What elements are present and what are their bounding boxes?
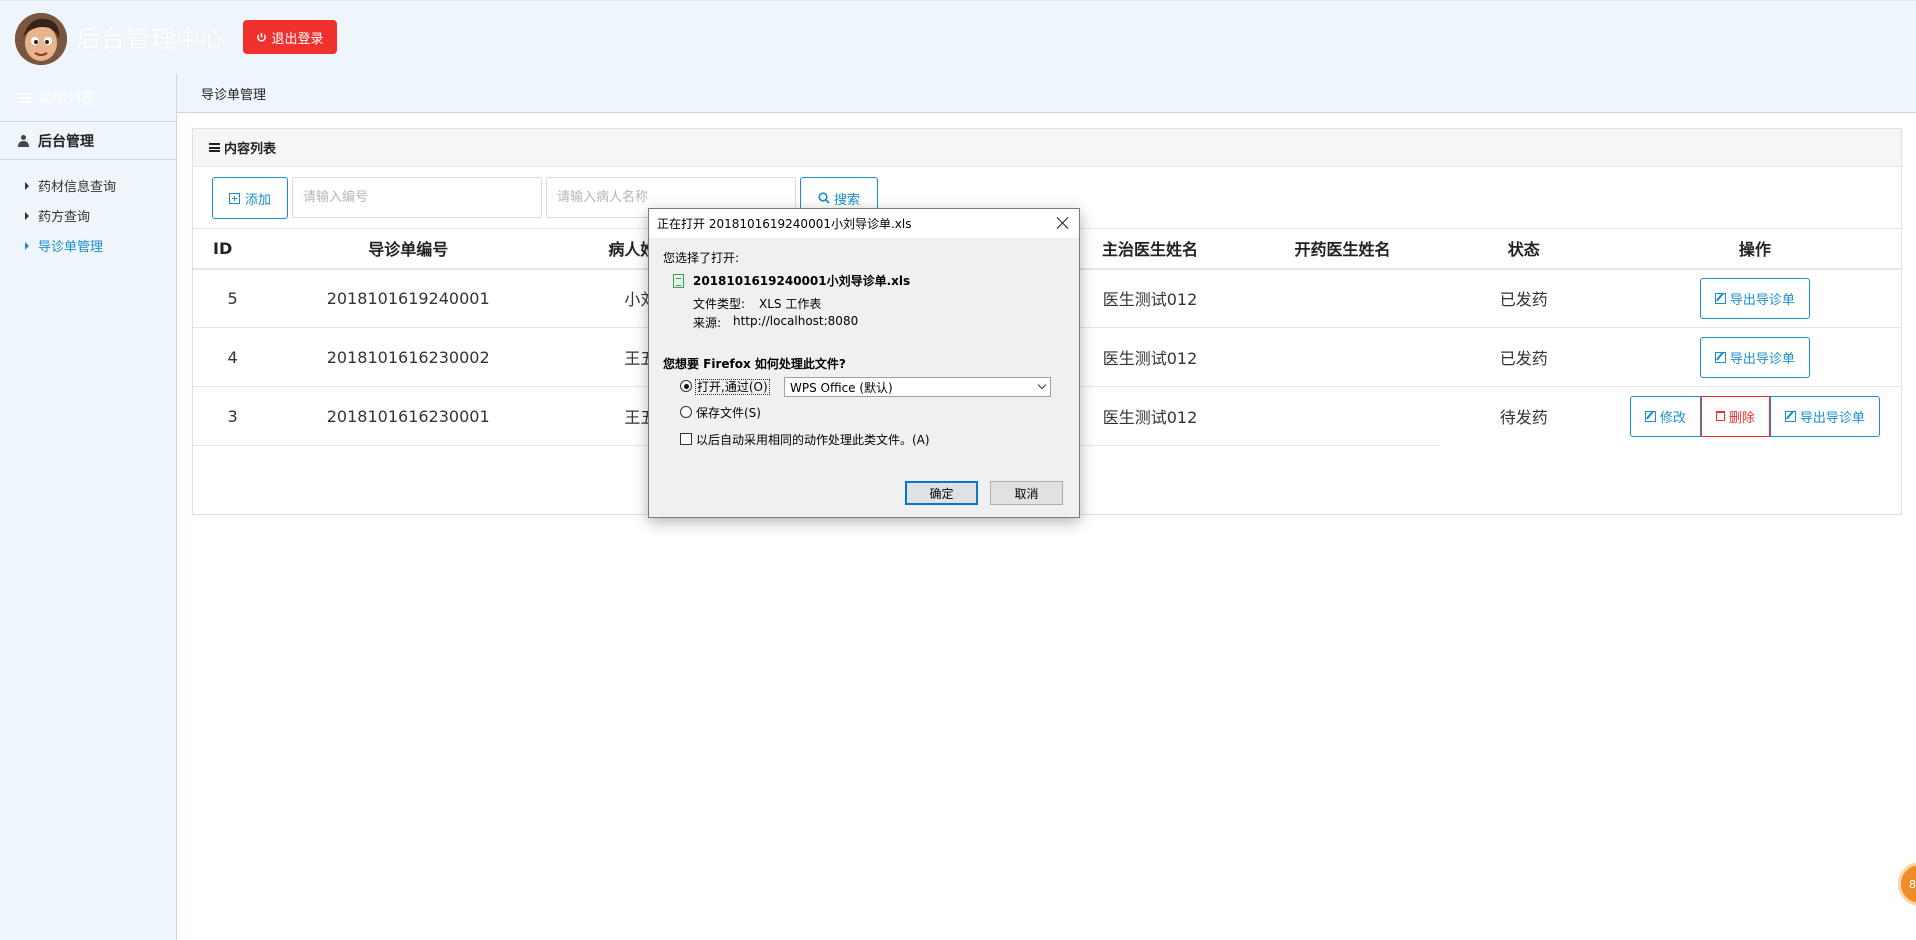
column-header-doctor: 主治医生姓名 [1053,228,1247,270]
file-open-dialog: 正在打开 2018101619240001小刘导诊单.xls 您选择了打开: 2… [648,208,1080,518]
column-header-id: ID [193,228,273,270]
chosen-label: 您选择了打开: [663,251,740,265]
file-icon [673,274,684,288]
panel-heading: 内容列表 [193,129,1901,167]
sidebar-item-guide-management[interactable]: 导诊单管理 [25,236,103,255]
app-select[interactable]: WPS Office (默认) [784,377,1051,397]
logout-label: 退出登录 [271,31,324,47]
cell-status: 待发药 [1499,408,1548,428]
sidebar-item-label: 药方查询 [38,210,91,225]
panel-title: 内容列表 [224,142,277,157]
sidebar-group-admin[interactable]: 后台管理 [0,122,177,160]
app-select-value: WPS Office (默认) [790,380,893,395]
auto-action-label[interactable]: 以后自动采用相同的动作处理此类文件。(A) [696,431,930,448]
auto-action-checkbox[interactable] [680,433,692,445]
caret-right-icon [25,211,29,220]
cell-actions: 修改 删除 导出导诊单 [1609,387,1901,446]
power-icon [257,32,267,41]
sidebar-item-herb-query[interactable]: 药材信息查询 [25,176,116,195]
add-button[interactable]: 添加 [212,177,288,219]
cell-code: 2018101619240001 [272,268,545,328]
cell-prescriber [1246,268,1439,328]
file-type-label: 文件类型: [693,297,746,311]
sidebar-item-label: 药材信息查询 [38,180,117,195]
chevron-down-icon [1037,380,1047,390]
cancel-button[interactable]: 取消 [990,481,1063,505]
plus-square-icon [228,192,240,204]
caret-right-icon [25,181,29,190]
source-label: 来源: [693,316,722,330]
edit-icon [1714,292,1726,304]
edit-icon [1644,410,1656,422]
export-guide-button[interactable]: 导出导诊单 [1699,336,1810,378]
dialog-filename: 2018101619240001小刘导诊单.xls [693,274,911,288]
column-header-actions: 操作 [1608,228,1901,270]
menu-icon [18,92,31,103]
sidebar-group-label: 后台管理 [38,133,94,150]
sidebar: 菜单列表 后台管理 药材信息查询 药方查询 导诊单管理 [0,74,177,940]
column-header-code: 导诊单编号 [272,228,545,270]
breadcrumb: 导诊单管理 [201,88,267,103]
edit-icon [1714,351,1726,363]
ok-button[interactable]: 确定 [905,481,978,505]
edit-label: 修改 [1659,410,1686,426]
user-icon [18,134,29,147]
cell-actions: 导出导诊单 [1608,327,1901,387]
edit-button[interactable]: 修改 [1629,395,1701,437]
dialog-titlebar[interactable]: 正在打开 2018101619240001小刘导诊单.xls [649,209,1079,238]
logout-button[interactable]: 退出登录 [243,20,337,54]
code-search-input[interactable] [292,177,542,218]
row-action-group: 修改 删除 导出导诊单 [1629,395,1880,437]
sidebar-item-prescription-query[interactable]: 药方查询 [25,206,90,225]
app-title: 后台管理中心 [76,25,226,53]
cell-actions: 导出导诊单 [1608,268,1901,328]
cell-prescriber [1246,386,1439,446]
cell-doctor: 医生测试012 [1053,327,1247,387]
delete-button[interactable]: 删除 [1700,395,1770,437]
source-value: http://localhost:8080 [733,314,859,328]
sidebar-heading-label: 菜单列表 [39,90,95,107]
export-guide-button[interactable]: 导出导诊单 [1699,277,1810,319]
cell-doctor: 医生测试012 [1053,386,1247,446]
open-with-label[interactable]: 打开,通过(O) [695,378,770,395]
cell-prescriber [1246,327,1439,387]
column-header-prescriber: 开药医生姓名 [1246,228,1439,270]
save-file-label[interactable]: 保存文件(S) [696,404,761,421]
save-file-radio[interactable] [680,406,692,418]
cell-doctor: 医生测试012 [1053,268,1247,328]
cell-id: 5 [193,268,273,328]
caret-right-icon [25,241,29,250]
open-with-radio[interactable] [680,380,692,392]
sidebar-heading: 菜单列表 [0,74,177,122]
top-header: 后台管理中心 退出登录 [0,0,1916,74]
cell-id: 4 [193,327,273,387]
search-icon [818,192,830,204]
handling-question: 您想要 Firefox 如何处理此文件? [663,357,846,371]
list-icon [209,143,220,152]
trash-icon [1715,411,1725,422]
export-label: 导出导诊单 [1729,351,1795,367]
edit-icon [1784,410,1796,422]
close-icon[interactable] [1055,215,1071,231]
cell-code: 2018101616230002 [272,327,545,387]
cell-status: 已发药 [1438,268,1609,328]
file-type-value: XLS 工作表 [759,297,822,311]
export-label: 导出导诊单 [1799,410,1865,426]
export-guide-button[interactable]: 导出导诊单 [1769,395,1880,437]
search-label: 搜索 [833,192,860,208]
export-label: 导出导诊单 [1729,292,1795,308]
cell-id: 3 [193,386,273,446]
add-label: 添加 [244,192,271,208]
cell-code: 2018101616230001 [272,386,545,446]
sidebar-item-label: 导诊单管理 [38,240,104,255]
cell-status: 已发药 [1438,327,1609,387]
avatar [15,13,67,65]
dialog-title: 正在打开 2018101619240001小刘导诊单.xls [657,217,912,231]
delete-label: 删除 [1728,410,1755,426]
column-header-status: 状态 [1438,228,1609,270]
